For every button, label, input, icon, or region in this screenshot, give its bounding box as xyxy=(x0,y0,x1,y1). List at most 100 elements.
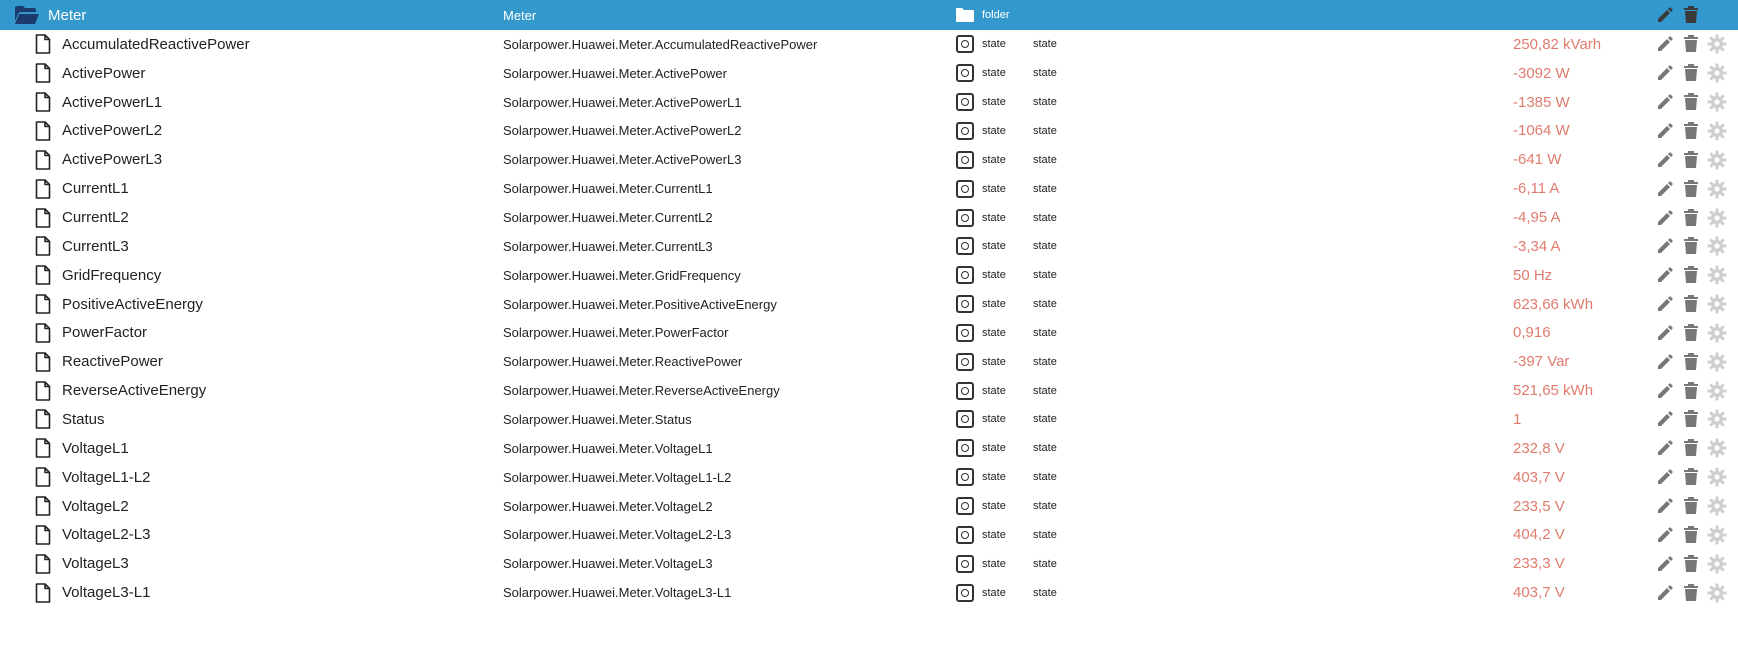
edit-button[interactable] xyxy=(1654,33,1676,55)
settings-button[interactable] xyxy=(1706,120,1728,142)
edit-button[interactable] xyxy=(1654,91,1676,113)
delete-button[interactable] xyxy=(1680,235,1702,257)
settings-button[interactable] xyxy=(1706,149,1728,171)
state-row[interactable]: ActivePowerL3 Solarpower.Huawei.Meter.Ac… xyxy=(0,145,1738,174)
state-row[interactable]: VoltageL1-L2 Solarpower.Huawei.Meter.Vol… xyxy=(0,463,1738,492)
state-value[interactable]: -4,95 A xyxy=(1513,203,1561,232)
state-row[interactable]: CurrentL3 Solarpower.Huawei.Meter.Curren… xyxy=(0,232,1738,261)
settings-button[interactable] xyxy=(1706,293,1728,315)
state-value[interactable]: 404,2 V xyxy=(1513,520,1565,549)
settings-button[interactable] xyxy=(1706,33,1728,55)
state-row[interactable]: CurrentL2 Solarpower.Huawei.Meter.Curren… xyxy=(0,203,1738,232)
delete-button[interactable] xyxy=(1680,524,1702,546)
edit-button[interactable] xyxy=(1654,62,1676,84)
settings-button[interactable] xyxy=(1706,235,1728,257)
settings-button[interactable] xyxy=(1706,408,1728,430)
state-row[interactable]: Status Solarpower.Huawei.Meter.Status st… xyxy=(0,405,1738,434)
settings-button[interactable] xyxy=(1706,495,1728,517)
delete-button[interactable] xyxy=(1680,62,1702,84)
state-value[interactable]: 521,65 kWh xyxy=(1513,376,1593,405)
settings-button[interactable] xyxy=(1706,178,1728,200)
settings-button[interactable] xyxy=(1706,582,1728,604)
state-row[interactable]: PositiveActiveEnergy Solarpower.Huawei.M… xyxy=(0,290,1738,319)
delete-button[interactable] xyxy=(1680,408,1702,430)
state-row[interactable]: AccumulatedReactivePower Solarpower.Huaw… xyxy=(0,30,1738,59)
state-row[interactable]: ReactivePower Solarpower.Huawei.Meter.Re… xyxy=(0,347,1738,376)
edit-button[interactable] xyxy=(1654,495,1676,517)
state-row[interactable]: ActivePowerL2 Solarpower.Huawei.Meter.Ac… xyxy=(0,117,1738,146)
settings-button[interactable] xyxy=(1706,466,1728,488)
state-value[interactable]: 233,5 V xyxy=(1513,492,1565,521)
settings-button[interactable] xyxy=(1706,322,1728,344)
state-value[interactable]: -1385 W xyxy=(1513,88,1570,117)
state-value[interactable]: 232,8 V xyxy=(1513,434,1565,463)
state-value[interactable]: 233,3 V xyxy=(1513,549,1565,578)
edit-button[interactable] xyxy=(1654,380,1676,402)
state-value[interactable]: 1 xyxy=(1513,405,1521,434)
state-value[interactable]: -6,11 A xyxy=(1513,174,1559,203)
delete-button[interactable] xyxy=(1680,178,1702,200)
delete-button[interactable] xyxy=(1680,120,1702,142)
state-value[interactable]: 50 Hz xyxy=(1513,261,1552,290)
delete-button[interactable] xyxy=(1680,351,1702,373)
delete-button[interactable] xyxy=(1680,207,1702,229)
delete-button[interactable] xyxy=(1680,553,1702,575)
state-row[interactable]: CurrentL1 Solarpower.Huawei.Meter.Curren… xyxy=(0,174,1738,203)
state-value[interactable]: -3092 W xyxy=(1513,59,1570,88)
state-row[interactable]: VoltageL1 Solarpower.Huawei.Meter.Voltag… xyxy=(0,434,1738,463)
state-row[interactable]: VoltageL3 Solarpower.Huawei.Meter.Voltag… xyxy=(0,549,1738,578)
settings-button[interactable] xyxy=(1706,553,1728,575)
settings-button[interactable] xyxy=(1706,91,1728,113)
delete-button[interactable] xyxy=(1680,380,1702,402)
state-value[interactable]: -3,34 A xyxy=(1513,232,1561,261)
edit-button[interactable] xyxy=(1654,553,1676,575)
state-row[interactable]: VoltageL2-L3 Solarpower.Huawei.Meter.Vol… xyxy=(0,520,1738,549)
edit-button[interactable] xyxy=(1654,149,1676,171)
edit-button[interactable] xyxy=(1654,207,1676,229)
state-row[interactable]: VoltageL2 Solarpower.Huawei.Meter.Voltag… xyxy=(0,492,1738,521)
state-row[interactable]: ActivePower Solarpower.Huawei.Meter.Acti… xyxy=(0,59,1738,88)
edit-button[interactable] xyxy=(1654,408,1676,430)
delete-button[interactable] xyxy=(1680,33,1702,55)
delete-button[interactable] xyxy=(1680,149,1702,171)
state-value[interactable]: 403,7 V xyxy=(1513,578,1565,607)
state-row[interactable]: ReverseActiveEnergy Solarpower.Huawei.Me… xyxy=(0,376,1738,405)
state-value[interactable]: -641 W xyxy=(1513,145,1561,174)
edit-button[interactable] xyxy=(1654,524,1676,546)
edit-button[interactable] xyxy=(1654,351,1676,373)
state-row[interactable]: ActivePowerL1 Solarpower.Huawei.Meter.Ac… xyxy=(0,88,1738,117)
edit-button[interactable] xyxy=(1654,178,1676,200)
state-value[interactable]: -397 Var xyxy=(1513,347,1569,376)
edit-button[interactable] xyxy=(1654,437,1676,459)
settings-button[interactable] xyxy=(1706,351,1728,373)
delete-button[interactable] xyxy=(1680,437,1702,459)
delete-button[interactable] xyxy=(1680,582,1702,604)
settings-button[interactable] xyxy=(1706,380,1728,402)
settings-button[interactable] xyxy=(1706,437,1728,459)
edit-button[interactable] xyxy=(1654,4,1676,26)
edit-button[interactable] xyxy=(1654,322,1676,344)
edit-button[interactable] xyxy=(1654,293,1676,315)
state-row[interactable]: PowerFactor Solarpower.Huawei.Meter.Powe… xyxy=(0,319,1738,348)
delete-button[interactable] xyxy=(1680,4,1702,26)
edit-button[interactable] xyxy=(1654,264,1676,286)
delete-button[interactable] xyxy=(1680,495,1702,517)
edit-button[interactable] xyxy=(1654,235,1676,257)
delete-button[interactable] xyxy=(1680,293,1702,315)
settings-button[interactable] xyxy=(1706,62,1728,84)
folder-open-icon[interactable] xyxy=(12,0,42,30)
state-value[interactable]: 250,82 kVarh xyxy=(1513,30,1601,59)
edit-button[interactable] xyxy=(1654,466,1676,488)
state-value[interactable]: 623,66 kWh xyxy=(1513,290,1593,319)
state-value[interactable]: 403,7 V xyxy=(1513,463,1565,492)
delete-button[interactable] xyxy=(1680,322,1702,344)
settings-button[interactable] xyxy=(1706,207,1728,229)
delete-button[interactable] xyxy=(1680,264,1702,286)
settings-button[interactable] xyxy=(1706,264,1728,286)
edit-button[interactable] xyxy=(1654,120,1676,142)
state-value[interactable]: 0,916 xyxy=(1513,319,1551,348)
folder-row-meter[interactable]: Meter Meter folder xyxy=(0,0,1738,30)
state-value[interactable]: -1064 W xyxy=(1513,117,1570,146)
settings-button[interactable] xyxy=(1706,524,1728,546)
edit-button[interactable] xyxy=(1654,582,1676,604)
